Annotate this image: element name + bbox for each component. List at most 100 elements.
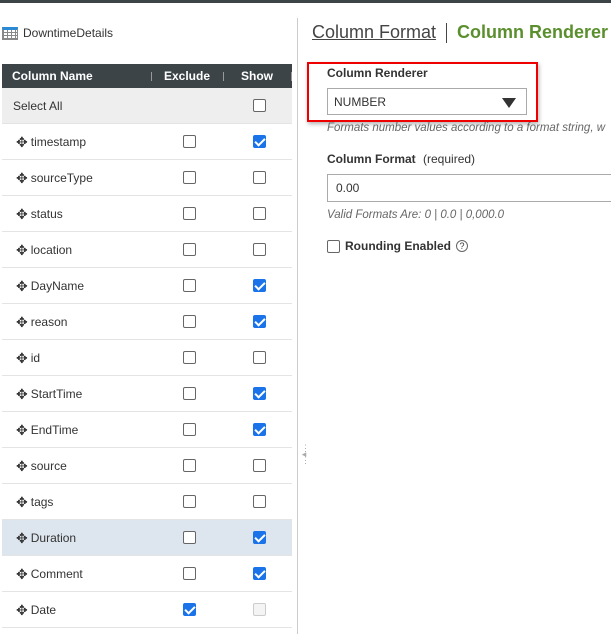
exclude-checkbox[interactable] [183, 495, 196, 508]
exclude-checkbox[interactable] [183, 423, 196, 436]
show-checkbox[interactable] [253, 531, 266, 544]
move-icon[interactable]: ✥ [16, 387, 28, 401]
show-checkbox[interactable] [253, 243, 266, 256]
exclude-checkbox[interactable] [183, 207, 196, 220]
column-name: reason [30, 314, 68, 329]
rounding-checkbox[interactable] [327, 239, 340, 253]
row-name: ✥ reason [16, 315, 67, 329]
renderer-select[interactable]: NUMBER [327, 88, 527, 115]
exclude-checkbox[interactable] [183, 603, 196, 616]
move-icon[interactable]: ✥ [16, 351, 28, 365]
show-checkbox[interactable] [253, 279, 266, 292]
move-icon[interactable]: ✥ [16, 315, 28, 329]
tab-column-renderer[interactable]: Column Renderer [457, 22, 608, 43]
resize-handle[interactable]: ⋮ ◂ ⋮ [301, 444, 310, 465]
table-icon [2, 26, 18, 40]
column-name: status [30, 206, 63, 221]
table-row[interactable]: ✥ status [2, 196, 292, 232]
column-name: Duration [30, 530, 77, 545]
format-input[interactable]: 0.00 [327, 174, 611, 202]
move-icon[interactable]: ✥ [16, 459, 28, 473]
exclude-checkbox[interactable] [183, 243, 196, 256]
table-title: DowntimeDetails [2, 26, 113, 40]
table-row[interactable]: ✥ sourceType [2, 160, 292, 196]
move-icon[interactable]: ✥ [16, 423, 28, 437]
table-row[interactable]: ✥ EndTime [2, 412, 292, 448]
move-icon[interactable]: ✥ [16, 567, 28, 581]
row-name: ✥ EndTime [16, 423, 78, 437]
show-checkbox[interactable] [253, 135, 266, 148]
show-checkbox[interactable] [253, 459, 266, 472]
row-name: ✥ tags [16, 495, 53, 509]
show-checkbox[interactable] [253, 495, 266, 508]
row-name: ✥ Comment [16, 567, 83, 581]
column-name: location [30, 242, 73, 257]
move-icon[interactable]: ✥ [16, 531, 28, 545]
row-name: ✥ source [16, 459, 67, 473]
table-row[interactable]: ✥ Date [2, 592, 292, 628]
column-name: DayName [30, 278, 85, 293]
exclude-checkbox[interactable] [183, 387, 196, 400]
move-icon[interactable]: ✥ [16, 207, 28, 221]
exclude-checkbox[interactable] [183, 459, 196, 472]
select-all-checkbox[interactable] [253, 99, 266, 112]
table-row[interactable]: ✥ source [2, 448, 292, 484]
table-row[interactable]: ✥ reason [2, 304, 292, 340]
table-row[interactable]: ✥ id [2, 340, 292, 376]
show-checkbox[interactable] [253, 387, 266, 400]
show-checkbox[interactable] [253, 423, 266, 436]
row-name: ✥ timestamp [16, 135, 86, 149]
move-icon[interactable]: ✥ [16, 171, 28, 185]
show-checkbox [253, 603, 266, 616]
exclude-checkbox[interactable] [183, 315, 196, 328]
header-show[interactable]: Show [241, 69, 273, 83]
renderer-value: NUMBER [334, 94, 387, 109]
format-label: Column Format (required) [327, 152, 475, 166]
move-icon[interactable]: ✥ [16, 495, 28, 509]
panel-divider[interactable] [297, 18, 298, 634]
renderer-label: Column Renderer [327, 66, 428, 80]
table-row[interactable]: ✥ timestamp [2, 124, 292, 160]
rounding-label: Rounding Enabled [345, 239, 451, 253]
format-value: 0.00 [336, 181, 360, 195]
column-name: timestamp [30, 134, 87, 149]
renderer-help: Formats number values according to a for… [327, 122, 606, 134]
row-name: ✥ DayName [16, 279, 84, 293]
exclude-checkbox[interactable] [183, 567, 196, 580]
column-name: StartTime [30, 386, 83, 401]
exclude-checkbox[interactable] [183, 171, 196, 184]
move-icon[interactable]: ✥ [16, 135, 28, 149]
show-checkbox[interactable] [253, 171, 266, 184]
rounding-option[interactable]: Rounding Enabled ? [327, 239, 468, 253]
move-icon[interactable]: ✥ [16, 603, 28, 617]
help-icon[interactable]: ? [456, 240, 468, 252]
move-icon[interactable]: ✥ [16, 279, 28, 293]
table-row[interactable]: ✥ Duration [2, 520, 292, 556]
row-name: ✥ location [16, 243, 72, 257]
column-name: EndTime [30, 422, 79, 437]
header-exclude[interactable]: Exclude [164, 69, 210, 83]
row-name: ✥ sourceType [16, 171, 93, 185]
move-icon[interactable]: ✥ [16, 243, 28, 257]
select-all-label: Select All [13, 98, 63, 113]
exclude-checkbox[interactable] [183, 279, 196, 292]
table-row[interactable]: ✥ tags [2, 484, 292, 520]
table-row[interactable]: ✥ Comment [2, 556, 292, 592]
column-name: tags [30, 494, 54, 509]
exclude-checkbox[interactable] [183, 135, 196, 148]
exclude-checkbox[interactable] [183, 531, 196, 544]
show-checkbox[interactable] [253, 315, 266, 328]
table-row[interactable]: ✥ DayName [2, 268, 292, 304]
tabs: Column Format Column Renderer [312, 22, 608, 43]
dropdown-arrow-icon [502, 98, 516, 108]
format-label-text: Column Format [327, 152, 416, 166]
table-row[interactable]: ✥ StartTime [2, 376, 292, 412]
tab-column-format[interactable]: Column Format [312, 22, 436, 43]
header-column-name[interactable]: Column Name [12, 69, 93, 83]
table-row[interactable]: ✥ location [2, 232, 292, 268]
show-checkbox[interactable] [253, 207, 266, 220]
show-checkbox[interactable] [253, 567, 266, 580]
show-checkbox[interactable] [253, 351, 266, 364]
exclude-checkbox[interactable] [183, 351, 196, 364]
column-name: Date [30, 602, 57, 617]
